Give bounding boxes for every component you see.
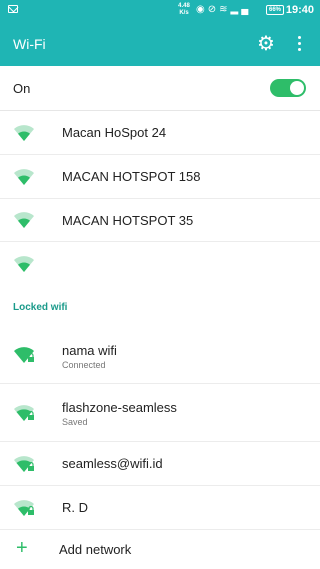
network-name: R. D <box>62 500 88 515</box>
settings-gear-icon[interactable]: ⚙ <box>255 33 277 55</box>
locked-network-item[interactable]: R. D <box>0 486 320 530</box>
network-name: MACAN HOTSPOT 158 <box>62 169 201 184</box>
mail-icon <box>8 5 18 13</box>
network-item[interactable] <box>0 242 320 286</box>
network-speed: 4.48 K/s <box>176 3 192 17</box>
app-bar: Wi-Fi ⚙ <box>0 22 320 66</box>
wifi-lock-icon <box>14 347 34 363</box>
wifi-toggle-row[interactable]: On <box>0 66 320 111</box>
network-speed-value: 4.48 <box>178 3 190 9</box>
battery-icon: 66% <box>266 5 284 15</box>
wifi-toggle-switch[interactable] <box>270 79 306 97</box>
network-name: flashzone-seamless <box>62 400 177 415</box>
network-item[interactable]: MACAN HOTSPOT 158 <box>0 155 320 199</box>
network-name: MACAN HOTSPOT 35 <box>62 213 194 228</box>
network-speed-unit: K/s <box>179 10 189 16</box>
status-icons: ◉⊘≋▂▄ <box>196 4 251 15</box>
wifi-signal-icon <box>14 212 34 228</box>
network-name: nama wifi <box>62 343 117 358</box>
locked-network-item[interactable]: nama wifi Connected <box>0 327 320 384</box>
signal-icon: ▂▄ <box>230 4 252 15</box>
wifi-signal-icon <box>14 256 34 272</box>
locked-network-item[interactable]: seamless@wifi.id <box>0 442 320 486</box>
clock: 19:40 <box>285 4 314 16</box>
alarm-icon: ◉ <box>196 4 208 15</box>
page-title: Wi-Fi <box>13 36 46 52</box>
wifi-status-icon: ≋ <box>219 4 231 15</box>
network-status: Saved <box>62 417 88 427</box>
wifi-lock-icon <box>14 500 34 516</box>
add-network-label: Add network <box>59 542 132 557</box>
dnd-icon: ⊘ <box>207 4 220 15</box>
network-status: Connected <box>62 360 106 370</box>
network-name: Macan HoSpot 24 <box>62 125 167 140</box>
wifi-signal-icon <box>14 125 34 141</box>
status-bar: 4.48 K/s ◉⊘≋▂▄ 66% 19:40 <box>0 0 320 22</box>
network-item[interactable]: MACAN HOTSPOT 35 <box>0 199 320 242</box>
wifi-lock-icon <box>14 405 34 421</box>
toggle-knob <box>290 81 304 95</box>
network-name: seamless@wifi.id <box>62 456 163 471</box>
wifi-signal-icon <box>14 169 34 185</box>
wifi-toggle-label: On <box>13 81 31 96</box>
wifi-lock-icon <box>14 456 34 472</box>
locked-network-item[interactable]: flashzone-seamless Saved <box>0 384 320 442</box>
add-network-button[interactable]: + Add network <box>0 530 320 569</box>
plus-icon: + <box>16 537 28 559</box>
more-options-icon[interactable] <box>292 33 308 55</box>
network-item[interactable]: Macan HoSpot 24 <box>0 111 320 155</box>
locked-wifi-section-title: Locked wifi <box>13 302 68 313</box>
